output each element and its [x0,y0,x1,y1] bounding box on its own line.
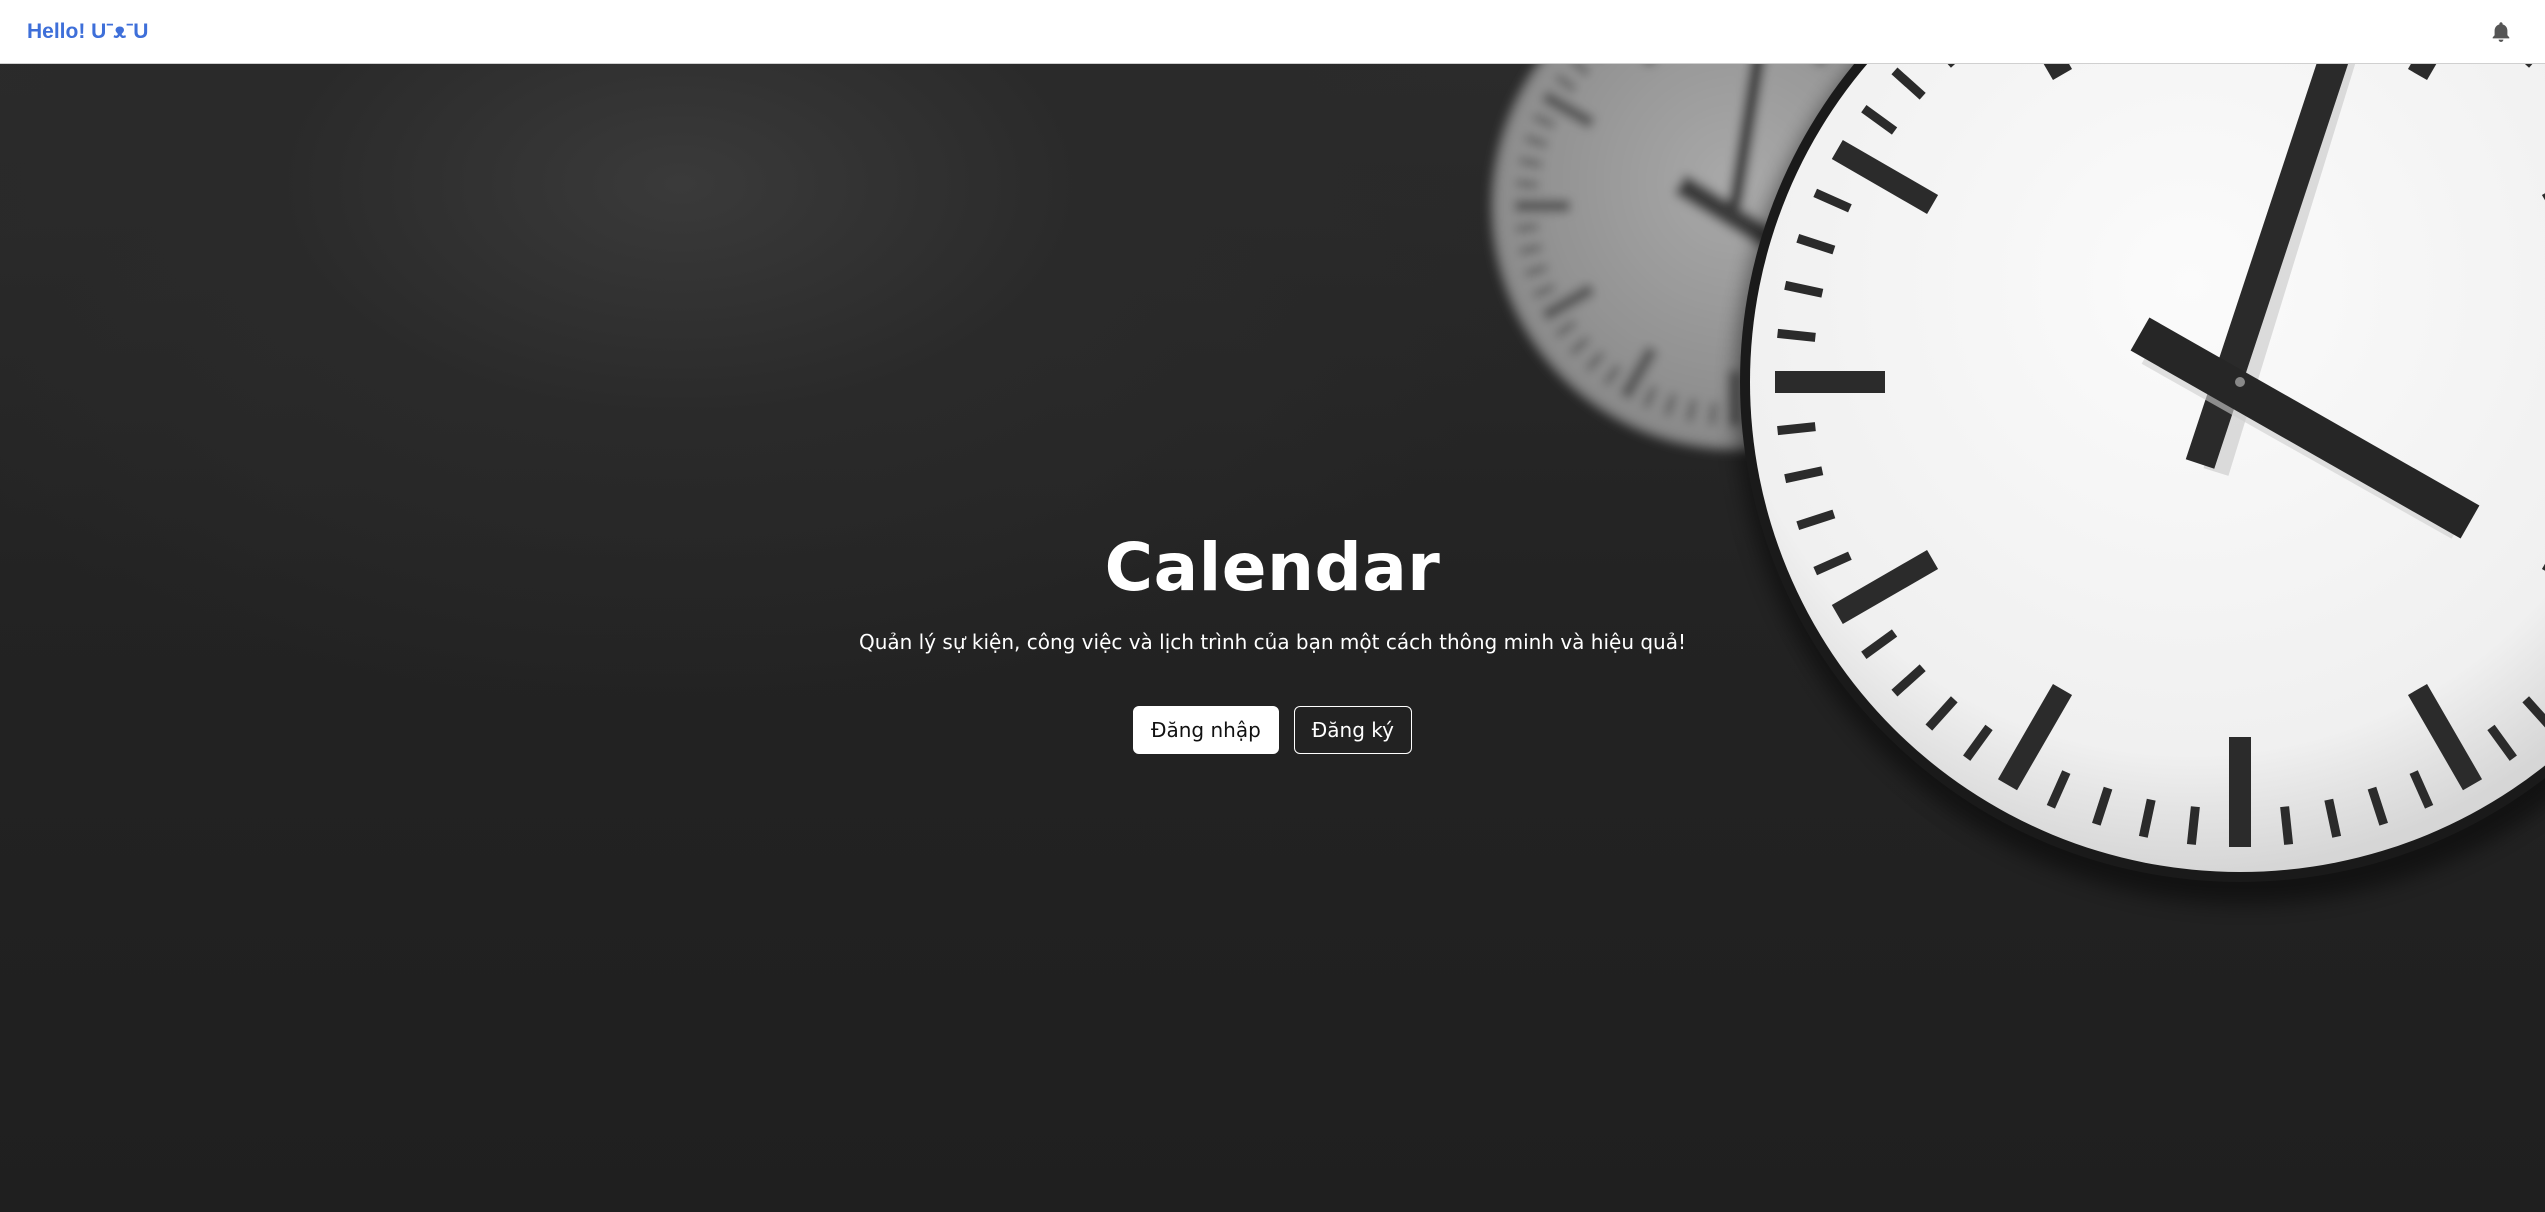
clock-tick [1515,223,1539,232]
clock-tick [1709,402,1718,426]
clock-tick [1777,328,1816,342]
clock-tick [1515,180,1539,189]
hero-actions: Đăng nhập Đăng ký [0,706,2545,754]
page-title: Calendar [1104,529,1441,606]
clock-tick [2280,806,2294,845]
brand-link[interactable]: Hello! UˉᴥˉU [27,20,148,44]
clock-tick [2186,806,2200,845]
hero-subtitle: Quản lý sự kiện, công việc và lịch trình… [858,630,1687,654]
register-button[interactable]: Đăng ký [1293,706,1412,754]
bell-icon[interactable] [2489,20,2513,44]
top-navbar: Hello! UˉᴥˉU [0,0,2545,64]
hero-section: Calendar Quản lý sự kiện, công việc và l… [0,64,2545,1212]
login-button[interactable]: Đăng nhập [1133,706,1279,754]
clock-tick [1777,422,1816,436]
